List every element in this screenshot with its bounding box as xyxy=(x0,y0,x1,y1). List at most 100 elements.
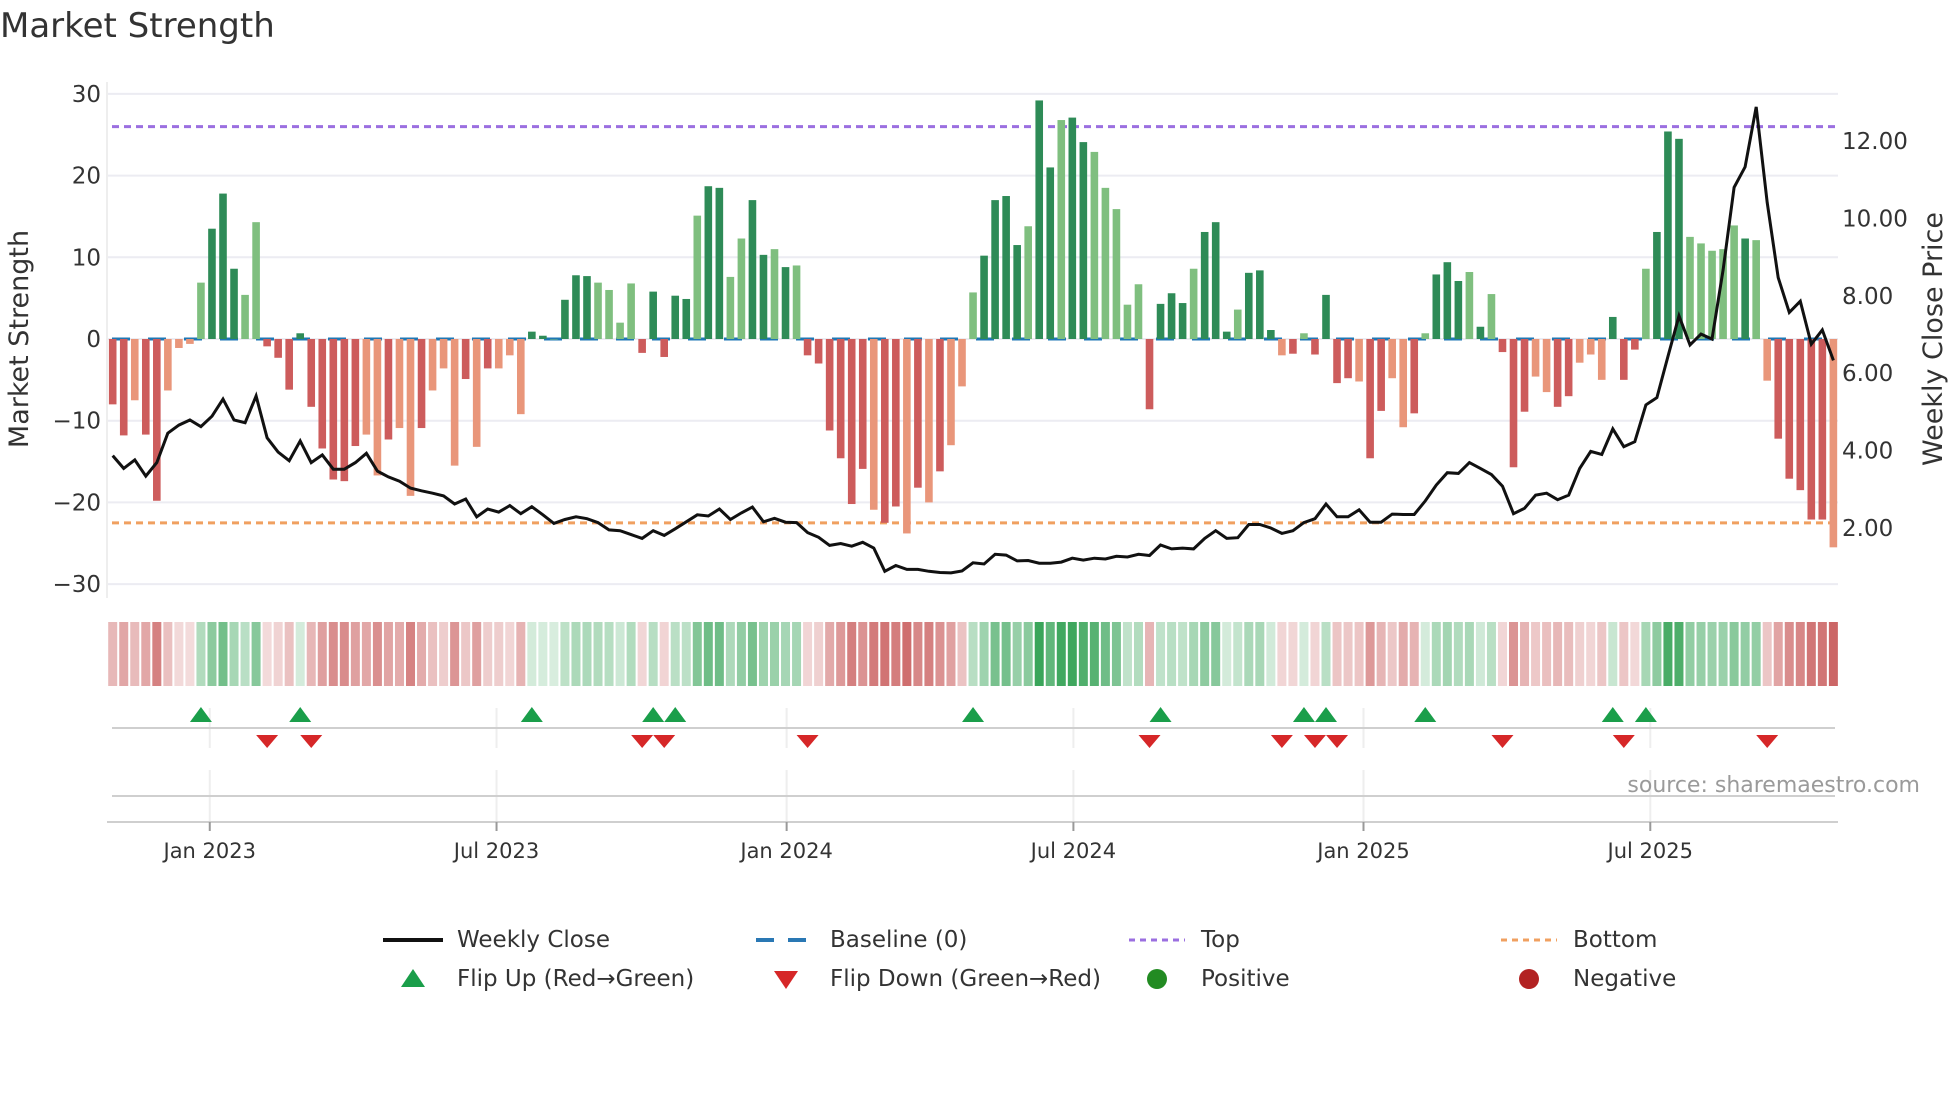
y2-axis-label: Weekly Close Price xyxy=(1918,212,1949,466)
heat-strip-cell xyxy=(659,622,669,686)
flip-down-marker xyxy=(1326,735,1349,748)
heat-strip-cell xyxy=(692,622,702,686)
heat-strip-cell xyxy=(1453,622,1463,686)
heat-strip-cell xyxy=(825,622,835,686)
strength-bar xyxy=(991,200,999,339)
heat-strip-cell xyxy=(1795,622,1805,686)
strength-bar xyxy=(539,335,547,339)
strength-bar xyxy=(914,339,922,488)
heat-strip-cell xyxy=(1597,622,1607,686)
strength-bar xyxy=(1322,294,1330,339)
legend-item-flip-up: Flip Up (Red→Green) xyxy=(381,962,694,996)
heat-strip-cell xyxy=(990,622,1000,686)
strength-bar xyxy=(428,339,437,391)
strength-bar xyxy=(1057,120,1066,339)
strength-bar xyxy=(153,339,161,501)
legend-item-negative: Negative xyxy=(1497,962,1676,996)
strength-bar xyxy=(1608,316,1617,339)
legend: Weekly Close Baseline (0) Top Bottom Fli… xyxy=(0,915,1960,1005)
strength-bar xyxy=(1344,339,1352,379)
strength-bar xyxy=(1267,330,1275,339)
heat-strip-cell xyxy=(648,622,658,686)
y2-tick-label: 12.00 xyxy=(1842,129,1908,155)
heat-strip-cell xyxy=(1376,622,1386,686)
strength-bar xyxy=(164,339,172,391)
strength-bar xyxy=(1509,339,1518,468)
strength-bar xyxy=(969,292,977,339)
strength-bar xyxy=(638,339,646,353)
heat-strip-cell xyxy=(1255,622,1265,686)
strength-bar xyxy=(682,298,691,339)
strength-bar xyxy=(307,339,316,407)
dotted-line-icon xyxy=(1125,923,1189,957)
strength-bar xyxy=(1222,331,1231,339)
heat-strip-cell xyxy=(141,622,151,686)
heat-strip-cell xyxy=(273,622,283,686)
strength-bar xyxy=(1642,268,1650,339)
heat-strip-cell xyxy=(428,622,438,686)
strength-bar xyxy=(252,222,260,339)
strength-bar xyxy=(1013,245,1021,339)
strength-bar xyxy=(175,339,183,348)
strength-bar xyxy=(494,339,503,369)
legend-label: Flip Down (Green→Red) xyxy=(830,966,1101,992)
heat-strip-cell xyxy=(880,622,890,686)
flip-down-marker xyxy=(1756,735,1779,748)
heat-strip-cell xyxy=(968,622,978,686)
heat-strip-cell xyxy=(1828,622,1838,686)
strength-bar xyxy=(881,339,889,523)
strength-bar xyxy=(704,186,713,339)
strength-bar xyxy=(517,339,525,415)
heat-strip-cell xyxy=(670,622,680,686)
strength-bar xyxy=(572,275,580,339)
heat-strip-cell xyxy=(1222,622,1232,686)
y2-tick-label: 10.00 xyxy=(1842,206,1908,232)
heat-strip-cell xyxy=(1586,622,1596,686)
heat-strip-cell xyxy=(229,622,239,686)
flip-down-marker xyxy=(1270,735,1293,748)
heat-strip-cell xyxy=(1111,622,1121,686)
strength-bar xyxy=(1763,339,1771,381)
flip-down-marker xyxy=(1138,735,1161,748)
heat-strip-cell xyxy=(858,622,868,686)
strength-bar xyxy=(1024,226,1032,339)
strength-bar xyxy=(1741,238,1749,339)
heat-strip-cell xyxy=(1420,622,1430,686)
x-tick-label: Jan 2025 xyxy=(1315,839,1410,863)
heat-strip-cell xyxy=(1564,622,1574,686)
heat-strip-cell xyxy=(736,622,746,686)
y2-tick-label: 2.00 xyxy=(1842,516,1893,542)
strength-bar xyxy=(803,339,812,356)
heat-strip-cell xyxy=(1354,622,1364,686)
strength-bar xyxy=(505,339,514,356)
heat-strip-cell xyxy=(1321,622,1331,686)
heat-strip-cell xyxy=(218,622,228,686)
heat-strip-cell xyxy=(527,622,537,686)
flip-down-marker xyxy=(653,735,676,748)
legend-item-baseline: Baseline (0) xyxy=(754,923,967,957)
heat-strip-cell xyxy=(571,622,581,686)
legend-label: Top xyxy=(1201,927,1240,953)
heat-strip-cell xyxy=(1442,622,1452,686)
heat-strip-cell xyxy=(604,622,614,686)
heat-strip-cell xyxy=(946,622,956,686)
heat-strip-cell xyxy=(152,622,162,686)
strength-bar xyxy=(186,339,194,344)
flip-down-marker xyxy=(1303,735,1326,748)
flip-down-marker xyxy=(631,735,654,748)
strength-bar xyxy=(208,228,216,339)
triangle-up-icon xyxy=(381,962,445,996)
strength-bar xyxy=(1575,339,1584,363)
heat-strip-cell xyxy=(361,622,371,686)
strength-bar xyxy=(1002,196,1010,339)
strength-bar xyxy=(461,339,470,380)
strength-bar xyxy=(1101,187,1110,339)
heat-strip-cell xyxy=(1674,622,1684,686)
heat-strip-cell xyxy=(1233,622,1243,686)
flip-up-marker xyxy=(1634,707,1657,722)
heat-strip-cell xyxy=(1089,622,1099,686)
strength-bar xyxy=(781,267,790,339)
strength-bar xyxy=(340,339,349,482)
heat-strip-cell xyxy=(1387,622,1397,686)
strength-bar xyxy=(384,339,393,440)
